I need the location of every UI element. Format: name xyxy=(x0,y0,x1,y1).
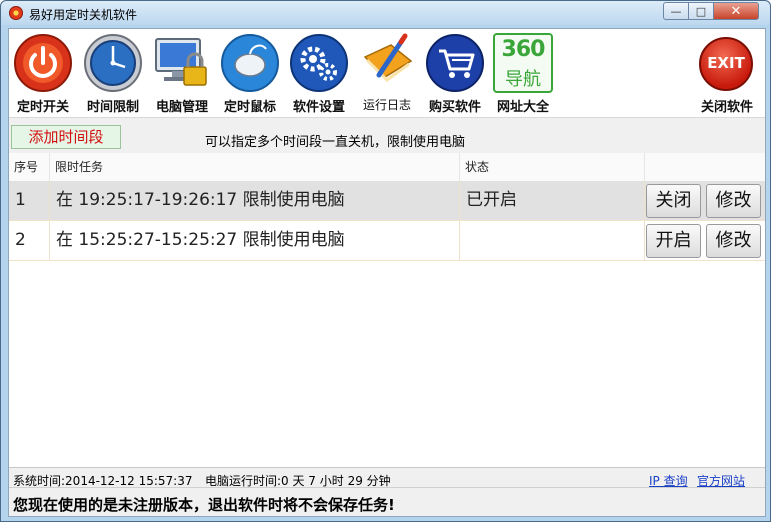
toolbar-item-run-log[interactable]: 运行日志 xyxy=(353,33,421,113)
add-period-button[interactable]: 添加时间段 xyxy=(11,125,121,149)
toolbar-label: 运行日志 xyxy=(362,98,411,112)
toolbar-label: 电脑管理 xyxy=(155,100,208,115)
monitor-lock-icon xyxy=(155,38,207,86)
edit-button[interactable]: 修改 xyxy=(706,224,761,258)
client-area: 定时开关 时间限制 电脑管理 定时鼠标 软件设置 运行日志 购买软件 360 导… xyxy=(8,28,766,517)
hint-text: 可以指定多个时间段一直关机，限制使用电脑 xyxy=(205,135,466,150)
toolbar-item-exit[interactable]: EXIT 关闭软件 xyxy=(693,33,761,115)
toolbar-label: 网址大全 xyxy=(496,100,549,115)
title-bar[interactable]: 易好用定时关机软件 — □ ✕ xyxy=(1,1,770,25)
maximize-button[interactable]: □ xyxy=(688,2,714,20)
minimize-button[interactable]: — xyxy=(663,2,689,20)
notebook-pen-icon xyxy=(363,33,413,82)
row-status: 已开启 xyxy=(460,181,645,220)
edit-button[interactable]: 修改 xyxy=(706,184,761,218)
nav360-icon: 360 导航 xyxy=(493,33,553,93)
toolbar-item-buy[interactable]: 购买软件 xyxy=(421,33,489,115)
toolbar-item-time-limit[interactable]: 时间限制 xyxy=(79,33,147,115)
power-icon xyxy=(14,34,72,92)
close-icon: ✕ xyxy=(730,3,742,19)
status-bar: 系统时间:2014-12-12 15:57:37 电脑运行时间:0 天 7 小时… xyxy=(9,467,765,488)
toolbar-item-timer-switch[interactable]: 定时开关 xyxy=(9,33,77,115)
row-index: 1 xyxy=(9,181,50,220)
toolbar-label: 购买软件 xyxy=(428,100,481,115)
toolbar-label: 软件设置 xyxy=(292,100,345,115)
window-title: 易好用定时关机软件 xyxy=(29,8,138,22)
exit-icon-text: EXIT xyxy=(707,54,745,72)
column-header-actions xyxy=(645,153,765,181)
warning-bar: 您现在使用的是未注册版本，退出软件时将不会保存任务! xyxy=(9,487,765,516)
cart-icon xyxy=(426,34,484,92)
toolbar-label: 定时开关 xyxy=(16,100,69,115)
action-row: 添加时间段 可以指定多个时间段一直关机，限制使用电脑 xyxy=(9,117,765,152)
app-logo-icon xyxy=(9,6,23,20)
toolbar-label: 定时鼠标 xyxy=(223,100,276,115)
toolbar-item-timer-mouse[interactable]: 定时鼠标 xyxy=(216,33,284,115)
unregistered-warning: 您现在使用的是未注册版本，退出软件时将不会保存任务! xyxy=(13,496,395,514)
row-index: 2 xyxy=(9,221,50,260)
toggle-button[interactable]: 关闭 xyxy=(646,184,701,218)
app-window: 易好用定时关机软件 — □ ✕ 定时开关 时间限制 电脑管理 定时鼠标 软件设置… xyxy=(0,0,771,522)
toolbar: 定时开关 时间限制 电脑管理 定时鼠标 软件设置 运行日志 购买软件 360 导… xyxy=(9,29,765,117)
nav360-icon-bottom-text: 导航 xyxy=(505,69,541,90)
column-header-task: 限时任务 xyxy=(50,153,460,181)
toolbar-item-settings[interactable]: 软件设置 xyxy=(285,33,353,115)
toggle-button[interactable]: 开启 xyxy=(646,224,701,258)
table-header: 序号 限时任务 状态 xyxy=(9,153,765,182)
toolbar-item-pc-manage[interactable]: 电脑管理 xyxy=(148,33,216,115)
gears-icon xyxy=(290,34,348,92)
maximize-icon: □ xyxy=(695,4,707,18)
nav360-icon-top-text: 360 xyxy=(501,37,546,62)
close-window-button[interactable]: ✕ xyxy=(713,2,759,20)
exit-icon: EXIT xyxy=(699,37,753,91)
table-row[interactable]: 1 在 19:25:17-19:26:17 限制使用电脑 已开启 关闭 修改 xyxy=(9,181,765,221)
mouse-icon xyxy=(221,34,279,92)
column-header-status: 状态 xyxy=(460,153,645,181)
row-task: 在 15:25:27-15:25:27 限制使用电脑 xyxy=(50,221,460,260)
table-row[interactable]: 2 在 15:25:27-15:25:27 限制使用电脑 开启 修改 xyxy=(9,221,765,261)
row-task: 在 19:25:17-19:26:17 限制使用电脑 xyxy=(50,181,460,220)
column-header-index: 序号 xyxy=(9,153,50,181)
toolbar-label: 时间限制 xyxy=(86,100,139,115)
minimize-icon: — xyxy=(670,4,682,18)
toolbar-item-web-nav[interactable]: 360 导航 网址大全 xyxy=(489,33,557,115)
clock-icon xyxy=(84,34,142,92)
row-status xyxy=(460,221,645,260)
task-table: 序号 限时任务 状态 1 在 19:25:17-19:26:17 限制使用电脑 … xyxy=(9,153,765,467)
toolbar-label: 关闭软件 xyxy=(700,100,753,115)
